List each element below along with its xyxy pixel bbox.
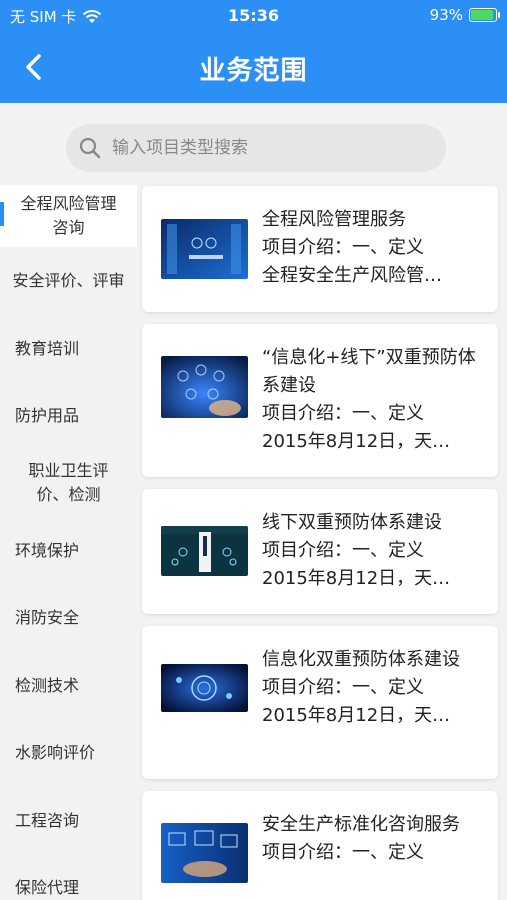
battery-icon <box>469 8 500 22</box>
sidebar-item-label: 安全评价、评审 <box>12 271 125 290</box>
sidebar-item-testing[interactable]: 检测技术 <box>0 652 137 719</box>
service-list: 全程风险管理服务 项目介绍：一、定义 全程安全生产风险管… “信息化+线下”双重… <box>137 185 507 900</box>
sidebar-item-label: 教育培训 <box>15 338 80 358</box>
sidebar-item-label: 消防安全 <box>15 608 80 627</box>
search-icon <box>79 137 101 159</box>
card-title: 全程风险管理服务 <box>262 209 406 230</box>
sidebar-item-environment[interactable]: 环境保护 <box>0 517 137 584</box>
card-thumbnail <box>161 526 248 576</box>
sidebar-item-insurance[interactable]: 保险代理 <box>0 854 137 900</box>
card-intro: 项目介绍：一、定义 <box>262 403 424 424</box>
card-intro: 项目介绍：一、定义 <box>262 677 424 698</box>
sidebar-item-engineering[interactable]: 工程咨询 <box>0 787 137 854</box>
sidebar-item-fire-safety[interactable]: 消防安全 <box>0 584 137 652</box>
sidebar-item-training[interactable]: 教育培训 <box>0 315 137 382</box>
sidebar-item-label: 环境保护 <box>15 540 80 560</box>
card-thumbnail <box>161 356 248 418</box>
sidebar-item-safety-evaluation[interactable]: 安全评价、评审 <box>0 247 137 315</box>
service-card[interactable]: 安全生产标准化咨询服务 项目介绍：一、定义 <box>142 791 498 900</box>
search-section <box>0 103 507 185</box>
battery-percent: 93% <box>429 6 463 24</box>
sidebar-item-label: 工程咨询 <box>15 810 80 830</box>
sidebar-item-risk-management[interactable]: 全程风险管理咨询 <box>0 185 137 247</box>
card-title: “信息化+线下”双重预防体系建设 <box>262 347 476 396</box>
card-thumbnail <box>161 664 248 712</box>
sidebar-item-label: 检测技术 <box>15 675 80 695</box>
card-title: 信息化双重预防体系建设 <box>262 649 460 670</box>
service-card[interactable]: “信息化+线下”双重预防体系建设 项目介绍：一、定义 2015年8月12日，天… <box>142 324 498 477</box>
sidebar-item-protective-gear[interactable]: 防护用品 <box>0 382 137 449</box>
service-card[interactable]: 全程风险管理服务 项目介绍：一、定义 全程安全生产风险管… <box>142 186 498 312</box>
card-intro: 项目介绍：一、定义 <box>262 237 424 258</box>
search-bar[interactable] <box>66 124 446 172</box>
card-thumbnail <box>161 219 248 279</box>
sidebar-item-label: 保险代理 <box>15 877 80 897</box>
page-title: 业务范围 <box>199 56 308 86</box>
card-description: 全程安全生产风险管… <box>262 265 442 286</box>
card-description: 2015年8月12日，天… <box>262 431 451 452</box>
card-description: 2015年8月12日，天… <box>262 705 451 726</box>
sidebar-item-occupational-health[interactable]: 职业卫生评价、检测 <box>0 449 137 517</box>
card-description: 2015年8月12日，天… <box>262 568 451 589</box>
service-card[interactable]: 信息化双重预防体系建设 项目介绍：一、定义 2015年8月12日，天… <box>142 626 498 779</box>
sidebar-item-label: 水影响评价 <box>15 743 96 762</box>
status-bar: 无 SIM 卡 15:36 93% <box>0 0 507 34</box>
sidebar-item-water-impact[interactable]: 水影响评价 <box>0 719 137 787</box>
sidebar-item-label: 全程风险管理咨询 <box>20 194 117 237</box>
app-header: 无 SIM 卡 15:36 93% 业务范围 <box>0 0 507 103</box>
card-title: 线下双重预防体系建设 <box>262 512 442 533</box>
card-thumbnail <box>161 823 248 883</box>
category-sidebar: 全程风险管理咨询 安全评价、评审 教育培训 防护用品 职业卫生评价、检测 环境保… <box>0 185 137 900</box>
card-title: 安全生产标准化咨询服务 <box>262 814 460 835</box>
sidebar-item-label: 职业卫生评价、检测 <box>28 461 109 504</box>
sidebar-item-label: 防护用品 <box>15 405 80 425</box>
card-intro: 项目介绍：一、定义 <box>262 540 424 561</box>
search-input[interactable] <box>112 138 412 158</box>
service-card[interactable]: 线下双重预防体系建设 项目介绍：一、定义 2015年8月12日，天… <box>142 489 498 614</box>
card-intro: 项目介绍：一、定义 <box>262 842 424 863</box>
